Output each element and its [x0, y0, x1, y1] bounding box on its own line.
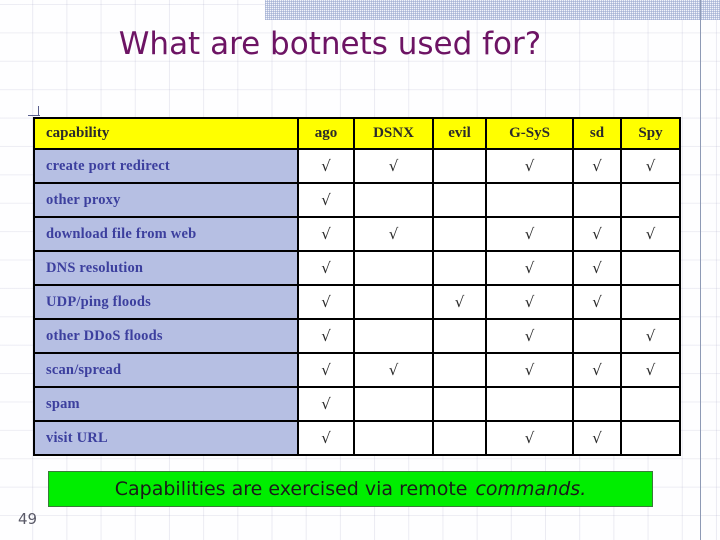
column-header-dsnx: DSNX: [353, 117, 434, 150]
cell-evil: [432, 420, 487, 456]
row-label-capability: UDP/ping floods: [33, 284, 299, 320]
cell-spy: [620, 182, 681, 218]
cell-ago: √: [297, 148, 355, 184]
slide-canvas: What are botnets used for? capability ag…: [0, 0, 720, 540]
cell-evil: [432, 352, 487, 388]
cell-gsys: √: [485, 352, 574, 388]
cell-ago: √: [297, 420, 355, 456]
cell-spy: √: [620, 148, 681, 184]
cell-sd: √: [572, 216, 622, 252]
row-label-capability: other DDoS floods: [33, 318, 299, 354]
table-row: other DDoS floods √ √ √: [33, 318, 681, 354]
cell-evil: [432, 318, 487, 354]
cell-gsys: √: [485, 420, 574, 456]
cell-sd: √: [572, 352, 622, 388]
cell-sd: √: [572, 250, 622, 286]
capabilities-table-wrapper: capability ago DSNX evil G-SyS sd Spy cr…: [33, 117, 681, 456]
cell-dsnx: [353, 318, 434, 354]
table-row: scan/spread √ √ √ √ √: [33, 352, 681, 388]
cell-ago: √: [297, 318, 355, 354]
column-header-spy: Spy: [620, 117, 681, 150]
cell-evil: [432, 148, 487, 184]
cell-dsnx: [353, 284, 434, 320]
column-header-sd: sd: [572, 117, 622, 150]
column-header-gsys: G-SyS: [485, 117, 574, 150]
cell-ago: √: [297, 386, 355, 422]
cell-spy: √: [620, 318, 681, 354]
cell-evil: [432, 216, 487, 252]
table-row: download file from web √ √ √ √ √: [33, 216, 681, 252]
cell-evil: [432, 386, 487, 422]
cell-dsnx: [353, 386, 434, 422]
cell-spy: √: [620, 216, 681, 252]
column-header-capability: capability: [33, 117, 299, 150]
table-row: spam √: [33, 386, 681, 422]
row-label-capability: spam: [33, 386, 299, 422]
cell-sd: [572, 386, 622, 422]
table-header: capability ago DSNX evil G-SyS sd Spy: [33, 117, 681, 150]
cell-sd: [572, 182, 622, 218]
cell-dsnx: √: [353, 216, 434, 252]
cell-gsys: [485, 182, 574, 218]
cell-sd: [572, 318, 622, 354]
cell-dsnx: √: [353, 352, 434, 388]
table-row: DNS resolution √ √ √: [33, 250, 681, 286]
cell-sd: √: [572, 148, 622, 184]
cell-ago: √: [297, 250, 355, 286]
column-header-ago: ago: [297, 117, 355, 150]
cell-gsys: √: [485, 318, 574, 354]
cell-evil: [432, 250, 487, 286]
cell-dsnx: [353, 182, 434, 218]
row-label-capability: other proxy: [33, 182, 299, 218]
cell-gsys: √: [485, 250, 574, 286]
table-header-row: capability ago DSNX evil G-SyS sd Spy: [33, 117, 681, 150]
callout-banner: Capabilities are exercised via remote co…: [48, 471, 653, 507]
cell-sd: √: [572, 284, 622, 320]
row-label-capability: download file from web: [33, 216, 299, 252]
cell-spy: [620, 250, 681, 286]
table-body: create port redirect √ √ √ √ √ other proxy √ dow…: [33, 148, 681, 456]
callout-emphasis: commands.: [475, 478, 587, 500]
slide-number: 49: [18, 510, 38, 528]
cell-sd: √: [572, 420, 622, 456]
table-row: other proxy √: [33, 182, 681, 218]
cell-dsnx: [353, 250, 434, 286]
cell-evil: [432, 182, 487, 218]
row-label-capability: scan/spread: [33, 352, 299, 388]
page-title: What are botnets used for?: [118, 26, 542, 62]
cell-dsnx: √: [353, 148, 434, 184]
row-label-capability: create port redirect: [33, 148, 299, 184]
cell-evil: √: [432, 284, 487, 320]
cell-dsnx: [353, 420, 434, 456]
cell-spy: √: [620, 352, 681, 388]
cell-spy: [620, 420, 681, 456]
cell-ago: √: [297, 352, 355, 388]
cell-ago: √: [297, 216, 355, 252]
cell-gsys: √: [485, 216, 574, 252]
column-header-evil: evil: [432, 117, 487, 150]
table-row: visit URL √ √ √: [33, 420, 681, 456]
table-row: create port redirect √ √ √ √ √: [33, 148, 681, 184]
cell-gsys: √: [485, 148, 574, 184]
cell-ago: √: [297, 182, 355, 218]
table-row: UDP/ping floods √ √ √ √: [33, 284, 681, 320]
cell-ago: √: [297, 284, 355, 320]
cell-spy: [620, 386, 681, 422]
cell-spy: [620, 284, 681, 320]
cell-gsys: [485, 386, 574, 422]
right-margin-rule: [700, 0, 701, 540]
callout-text: Capabilities are exercised via remote: [114, 478, 468, 500]
row-label-capability: visit URL: [33, 420, 299, 456]
top-dotted-band: [265, 0, 720, 20]
cell-gsys: √: [485, 284, 574, 320]
capabilities-table: capability ago DSNX evil G-SyS sd Spy cr…: [33, 117, 681, 456]
row-label-capability: DNS resolution: [33, 250, 299, 286]
